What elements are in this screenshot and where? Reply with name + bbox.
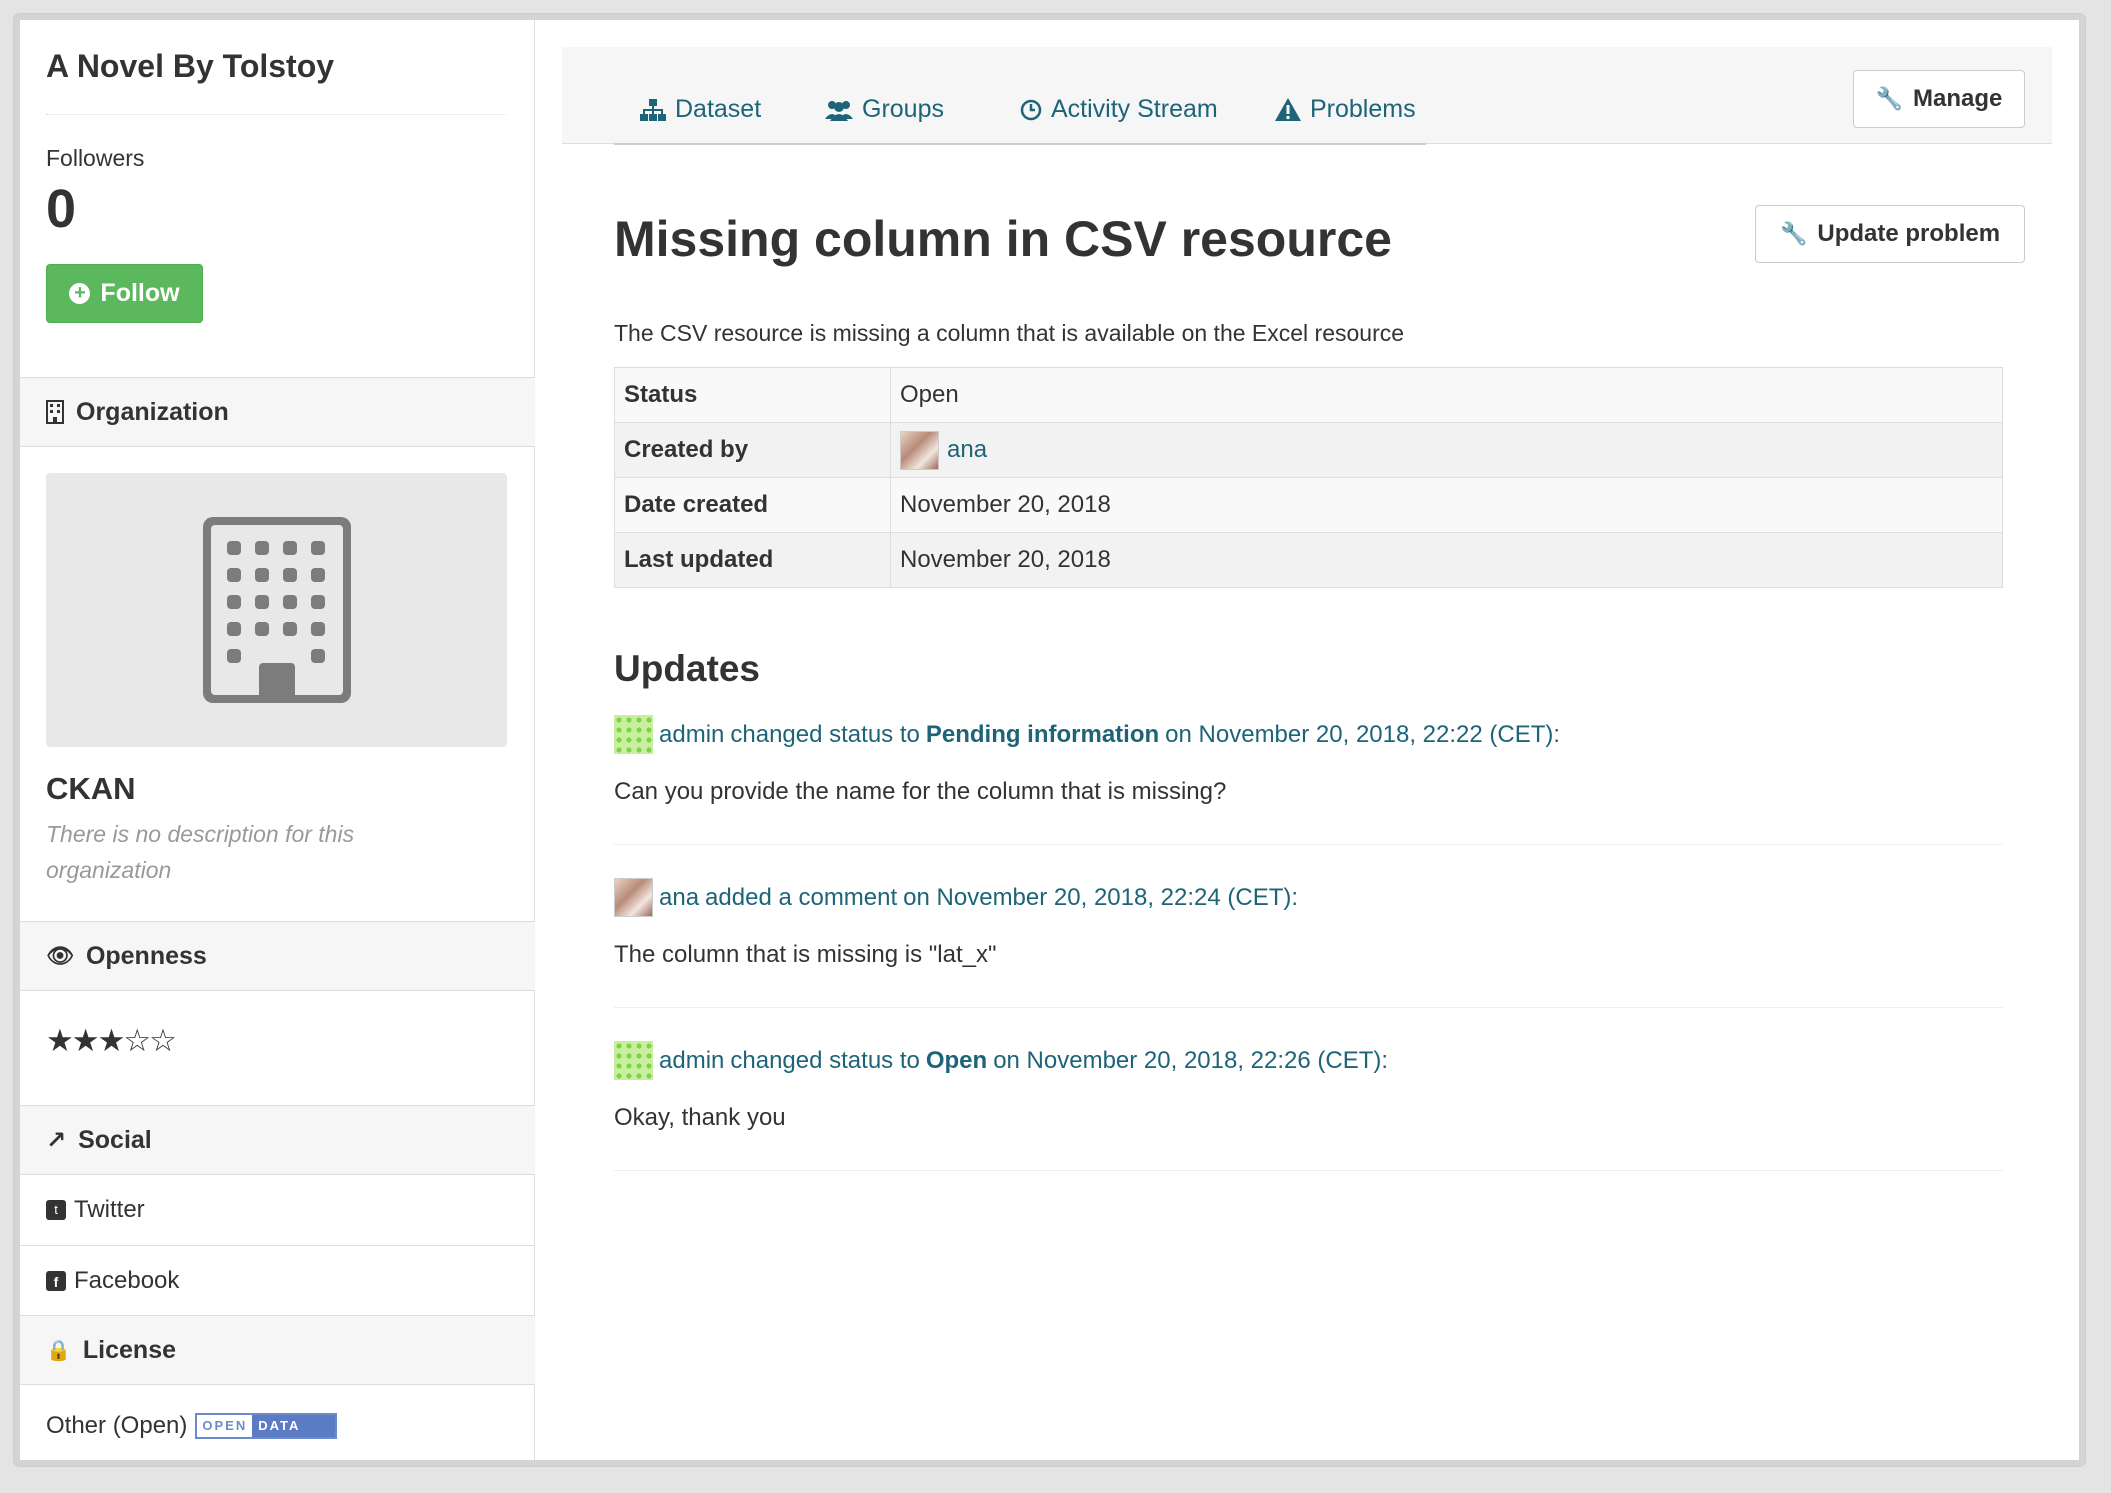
table-value: November 20, 2018	[890, 477, 2003, 533]
facebook-icon: f	[46, 1271, 66, 1291]
organization-name[interactable]: CKAN	[46, 771, 136, 807]
social-item-label: Facebook	[74, 1267, 180, 1294]
avatar[interactable]	[614, 715, 653, 754]
organization-heading: Organization	[20, 377, 535, 447]
manage-button[interactable]: 🔧 Manage	[1853, 70, 2025, 128]
update-status: Open	[925, 1046, 988, 1074]
table-key: Created by	[614, 422, 891, 478]
problem-description: The CSV resource is missing a column tha…	[614, 320, 1405, 346]
browser-frame: A Novel By Tolstoy Followers 0 + Follow …	[14, 14, 2085, 1466]
license: Other (Open) OPEN DATA	[46, 1412, 338, 1440]
update-item: ana added a comment on November 20, 2018…	[614, 878, 2003, 1008]
share-icon: ↗	[46, 1126, 67, 1154]
organization-heading-label: Organization	[76, 397, 229, 426]
update-body: The column that is missing is "lat_x"	[614, 941, 997, 968]
updates-heading: Updates	[614, 648, 760, 689]
table-row: Last updated November 20, 2018	[614, 532, 2003, 588]
twitter-icon: t	[46, 1200, 66, 1220]
update-user-link[interactable]: ana	[659, 884, 699, 912]
clock-icon	[1020, 99, 1042, 120]
social-heading-label: Social	[78, 1125, 152, 1154]
table-row: Date created November 20, 2018	[614, 477, 2003, 533]
social-item-twitter[interactable]: t Twitter	[20, 1175, 535, 1246]
tab-problems[interactable]: Problems	[1275, 95, 1416, 124]
social-item-facebook[interactable]: f Facebook	[20, 1246, 535, 1317]
avatar[interactable]	[614, 1041, 653, 1080]
lock-icon: 🔒	[46, 1339, 71, 1362]
plus-circle-icon: +	[69, 283, 91, 304]
license-label[interactable]: Other (Open)	[46, 1412, 187, 1440]
update-timestamp: on November 20, 2018, 22:24 (CET):	[903, 883, 1299, 911]
openness-heading-label: Openness	[85, 941, 207, 970]
update-body: Okay, thank you	[614, 1104, 786, 1131]
social-heading: ↗ Social	[20, 1105, 535, 1175]
tabs-underline	[614, 143, 1426, 145]
table-key: Status	[614, 367, 891, 423]
table-value: November 20, 2018	[890, 532, 2003, 588]
tab-dataset[interactable]: Dataset	[640, 95, 761, 124]
update-user-link[interactable]: admin	[659, 1047, 724, 1075]
tab-label: Dataset	[675, 95, 762, 123]
organization-description: There is no description for this organiz…	[46, 821, 355, 883]
update-item: admin changed status to Pending informat…	[614, 715, 2003, 845]
avatar[interactable]	[900, 430, 939, 470]
update-status: Pending information	[925, 720, 1160, 748]
update-user-link[interactable]: admin	[659, 721, 724, 749]
tab-label: Groups	[862, 95, 944, 123]
problem-info-table: Status Open Created by ana Date created …	[614, 367, 2003, 588]
followers-label: Followers	[46, 145, 145, 171]
page-title: Missing column in CSV resource	[614, 211, 1392, 267]
update-header: admin changed status to Open on November…	[614, 1041, 2003, 1080]
social-item-label: Twitter	[74, 1196, 145, 1223]
manage-label: Manage	[1913, 85, 2003, 112]
tab-activity-stream[interactable]: Activity Stream	[1020, 95, 1218, 124]
divider	[46, 114, 506, 115]
update-action: changed status to	[730, 720, 920, 748]
openness-rating[interactable]: ★★★☆☆	[46, 1023, 177, 1059]
followers-count: 0	[46, 179, 77, 239]
update-timestamp: on November 20, 2018, 22:22 (CET):	[1165, 720, 1561, 748]
license-heading-label: License	[82, 1335, 177, 1364]
eye-icon: 👁	[46, 943, 74, 968]
wrench-icon: 🔧	[1779, 221, 1808, 246]
warning-icon	[1275, 98, 1301, 121]
table-row: Created by ana	[614, 422, 2003, 478]
building-icon	[202, 517, 351, 703]
update-body: Can you provide the name for the column …	[614, 778, 1227, 805]
follow-button[interactable]: + Follow	[46, 264, 203, 323]
update-problem-button[interactable]: 🔧 Update problem	[1755, 205, 2025, 263]
dataset-title: A Novel By Tolstoy	[46, 48, 335, 84]
table-key: Date created	[614, 477, 891, 533]
avatar[interactable]	[614, 878, 653, 917]
update-action: added a comment	[705, 883, 898, 911]
tab-label: Activity Stream	[1051, 95, 1218, 123]
table-value: Open	[890, 367, 2003, 423]
update-header: ana added a comment on November 20, 2018…	[614, 878, 2003, 917]
follow-label: Follow	[100, 279, 180, 307]
wrench-icon: 🔧	[1875, 86, 1904, 111]
main-content: Dataset Groups Activity Stream Problems …	[535, 20, 2079, 1460]
license-heading: 🔒 License	[20, 1315, 535, 1385]
creator-link[interactable]: ana	[947, 436, 987, 464]
table-key: Last updated	[614, 532, 891, 588]
update-problem-label: Update problem	[1817, 220, 2001, 247]
open-data-badge[interactable]: OPEN DATA	[195, 1413, 338, 1439]
building-icon	[46, 400, 64, 424]
openness-heading: 👁 Openness	[20, 921, 535, 991]
users-icon	[825, 100, 853, 121]
sitemap-icon	[640, 98, 666, 121]
update-action: changed status to	[730, 1046, 920, 1074]
update-item: admin changed status to Open on November…	[614, 1041, 2003, 1171]
update-header: admin changed status to Pending informat…	[614, 715, 2003, 754]
tab-label: Problems	[1310, 95, 1416, 123]
sidebar: A Novel By Tolstoy Followers 0 + Follow …	[20, 20, 535, 1460]
tabs-bar: Dataset Groups Activity Stream Problems	[562, 47, 2052, 145]
update-timestamp: on November 20, 2018, 22:26 (CET):	[993, 1046, 1389, 1074]
table-row: Status Open	[614, 367, 2003, 423]
organization-image[interactable]	[46, 473, 507, 747]
tab-groups[interactable]: Groups	[825, 95, 944, 124]
table-value: ana	[890, 422, 2003, 478]
